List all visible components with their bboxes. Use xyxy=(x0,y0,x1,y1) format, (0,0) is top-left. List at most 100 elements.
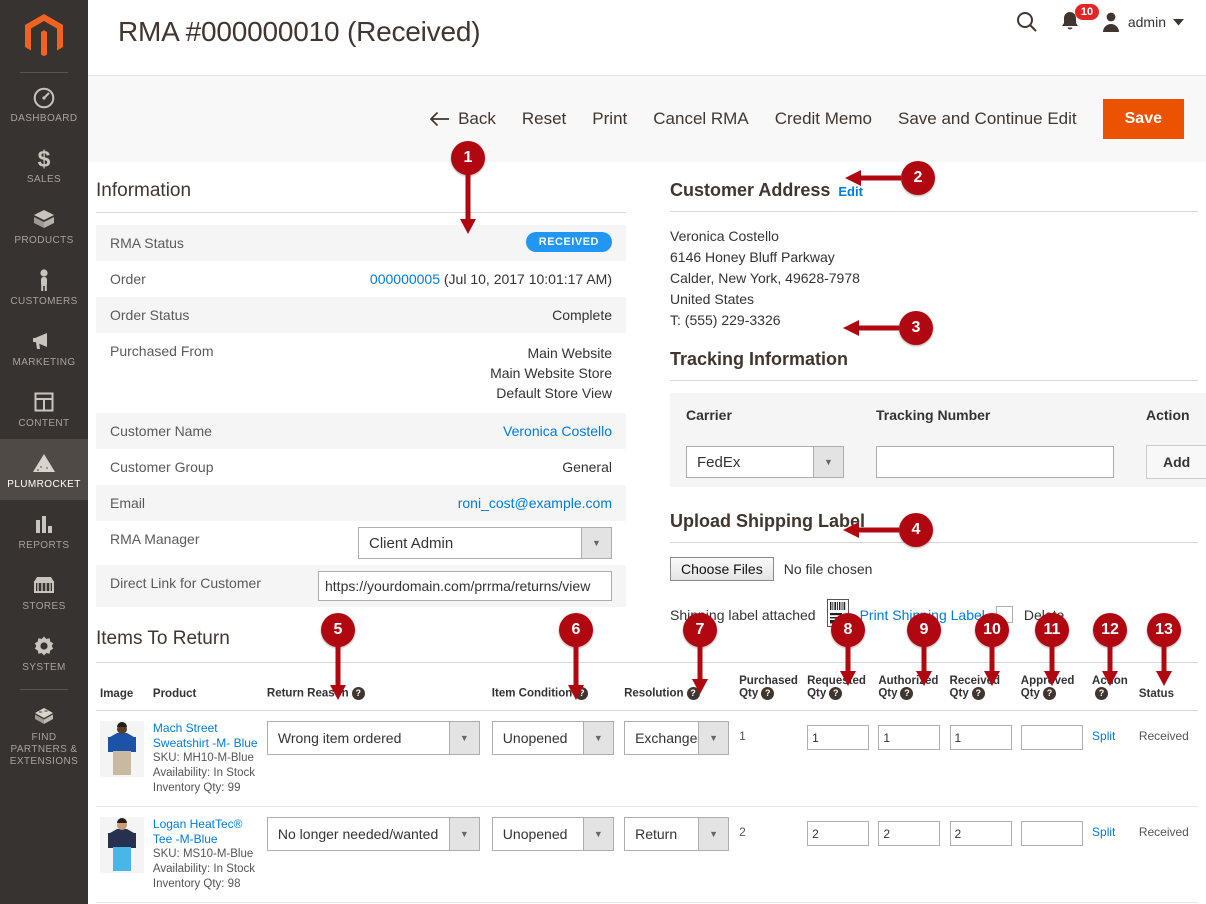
sidebar-item-system[interactable]: SYSTEM xyxy=(0,622,88,683)
help-icon[interactable]: ? xyxy=(351,687,365,700)
annotation-arrow-9 xyxy=(916,638,932,691)
item-action-cell: Split xyxy=(1088,807,1135,903)
tracking-action-cell: Add xyxy=(1130,437,1206,487)
print-button[interactable]: Print xyxy=(592,109,627,129)
product-name-link[interactable]: Mach Street Sweatshirt -M- Blue xyxy=(153,721,259,751)
annotation-arrow-1 xyxy=(460,166,476,239)
information-value-suffix: (Jul 10, 2017 10:01:17 AM) xyxy=(440,271,612,287)
received-qty-input[interactable] xyxy=(949,725,1012,750)
information-row: Email roni_cost@example.com xyxy=(96,485,626,521)
information-row-value: roni_cost@example.com xyxy=(304,485,626,521)
sidebar: DASHBOARD $ SALES PRODUCTS CUSTOMERS MARKETIN… xyxy=(0,0,88,904)
information-value-link[interactable]: 000000005 xyxy=(370,271,440,287)
choose-files-button[interactable]: Choose Files xyxy=(670,557,774,581)
puzzle-brick-icon xyxy=(2,703,86,729)
sidebar-item-customers[interactable]: CUSTOMERS xyxy=(0,256,88,317)
sidebar-item-plumrocket[interactable]: PLUMROCKET xyxy=(0,439,88,500)
save-and-continue-edit-button[interactable]: Save and Continue Edit xyxy=(898,109,1077,129)
save-button[interactable]: Save xyxy=(1102,99,1184,139)
rma-manager-select[interactable]: Client Admin ▼ xyxy=(358,527,612,559)
reset-button[interactable]: Reset xyxy=(522,109,566,129)
return-reason-select[interactable]: No longer needed/wanted ▼ xyxy=(266,817,480,851)
resolution-select[interactable]: Exchange ▼ xyxy=(624,721,730,755)
sidebar-item-sales[interactable]: $ SALES xyxy=(0,134,88,195)
cancel-rma-button[interactable]: Cancel RMA xyxy=(653,109,748,129)
information-row-value: Main Website Main Website Store Default St… xyxy=(304,333,626,413)
item-condition-select[interactable]: Unopened ▼ xyxy=(491,721,614,755)
item-purchased-qty: 2 xyxy=(739,825,746,839)
sidebar-item-label: CONTENT xyxy=(18,418,70,429)
carrier-select[interactable]: FedEx ▼ xyxy=(686,446,844,478)
annotation-arrow-6 xyxy=(568,638,584,705)
item-condition-select[interactable]: Unopened ▼ xyxy=(491,817,614,851)
customer-address-title-text: Customer Address xyxy=(670,180,831,200)
help-icon[interactable]: ? xyxy=(971,687,985,700)
information-value-link[interactable]: Veronica Costello xyxy=(503,423,612,439)
split-link[interactable]: Split xyxy=(1092,825,1115,839)
requested-qty-input[interactable] xyxy=(807,725,870,750)
sidebar-item-label: PLUMROCKET xyxy=(7,479,81,490)
item-return-reason-cell: Wrong item ordered ▼ xyxy=(263,711,488,807)
sidebar-item-label: SYSTEM xyxy=(22,662,66,673)
return-reason-select-value: No longer needed/wanted xyxy=(277,826,439,842)
add-tracking-button[interactable]: Add xyxy=(1146,445,1206,479)
item-requested-qty-cell xyxy=(803,807,874,903)
items-col-resolution: Resolution? xyxy=(620,671,736,711)
items-to-return-section: Items To Return Image Product Return Reaso… xyxy=(96,628,1198,903)
help-icon[interactable]: ? xyxy=(900,687,914,700)
information-row-value: General xyxy=(562,459,612,475)
return-reason-select[interactable]: Wrong item ordered ▼ xyxy=(266,721,480,755)
annotation-arrow-5 xyxy=(330,638,346,705)
information-value-line: Main Website Store xyxy=(490,365,612,381)
authorized-qty-input[interactable] xyxy=(878,821,941,846)
item-condition-cell: Unopened ▼ xyxy=(488,711,620,807)
requested-qty-input[interactable] xyxy=(807,821,870,846)
magento-logo-icon xyxy=(25,14,63,57)
sidebar-item-reports[interactable]: REPORTS xyxy=(0,500,88,561)
credit-memo-button[interactable]: Credit Memo xyxy=(775,109,872,129)
authorized-qty-input[interactable] xyxy=(878,725,941,750)
item-received-qty-cell xyxy=(946,807,1017,903)
bar-chart-icon xyxy=(2,511,86,537)
help-icon[interactable]: ? xyxy=(761,687,775,700)
customer-address-line: United States xyxy=(670,291,755,307)
tracking-number-input[interactable] xyxy=(876,446,1114,478)
tracking-header-row: Carrier Tracking Number Action xyxy=(670,393,1206,437)
no-file-chosen-text: No file chosen xyxy=(783,561,873,577)
items-to-return-title: Items To Return xyxy=(96,628,1198,663)
approved-qty-input[interactable] xyxy=(1020,725,1083,750)
direct-link-input[interactable] xyxy=(318,571,612,601)
sidebar-item-dashboard[interactable]: DASHBOARD xyxy=(0,73,88,134)
page-actions-toolbar: Back Reset Print Cancel RMA Credit Memo … xyxy=(88,75,1206,162)
storefront-icon xyxy=(2,572,86,598)
received-qty-input[interactable] xyxy=(949,821,1012,846)
megaphone-icon xyxy=(2,328,86,354)
annotation-arrow-7 xyxy=(692,638,708,699)
item-resolution-cell: Return ▼ xyxy=(620,807,735,903)
approved-qty-input[interactable] xyxy=(1020,821,1083,846)
resolution-select[interactable]: Return ▼ xyxy=(624,817,730,851)
table-row: Mach Street Sweatshirt -M- Blue SKU: MH10… xyxy=(96,711,1198,807)
search-icon[interactable] xyxy=(1015,10,1039,34)
notifications-bell-icon[interactable]: 10 xyxy=(1059,4,1100,34)
tracking-row: FedEx ▼ Add xyxy=(670,437,1206,487)
magento-logo[interactable] xyxy=(0,0,88,72)
item-resolution-cell: Exchange ▼ xyxy=(620,711,735,807)
person-icon xyxy=(2,267,86,293)
sidebar-item-content[interactable]: CONTENT xyxy=(0,378,88,439)
admin-user-menu[interactable]: admin xyxy=(1101,11,1184,33)
split-link[interactable]: Split xyxy=(1092,729,1115,743)
sidebar-item-products[interactable]: PRODUCTS xyxy=(0,195,88,256)
information-value-link[interactable]: roni_cost@example.com xyxy=(458,495,612,511)
item-requested-qty-cell xyxy=(803,711,874,807)
product-name-link[interactable]: Logan HeatTec® Tee -M-Blue xyxy=(153,817,259,847)
back-button[interactable]: Back xyxy=(430,109,496,129)
sidebar-item-stores[interactable]: STORES xyxy=(0,561,88,622)
sidebar-item-marketing[interactable]: MARKETING xyxy=(0,317,88,378)
rma-manager-select-value: Client Admin xyxy=(369,534,454,552)
dollar-icon: $ xyxy=(2,145,86,171)
item-action-cell: Split xyxy=(1088,711,1135,807)
sidebar-item-find-partners-extensions[interactable]: FIND PARTNERS & EXTENSIONS xyxy=(0,692,88,777)
customer-address-line: Veronica Costello xyxy=(670,228,779,244)
information-title: Information xyxy=(96,180,626,213)
